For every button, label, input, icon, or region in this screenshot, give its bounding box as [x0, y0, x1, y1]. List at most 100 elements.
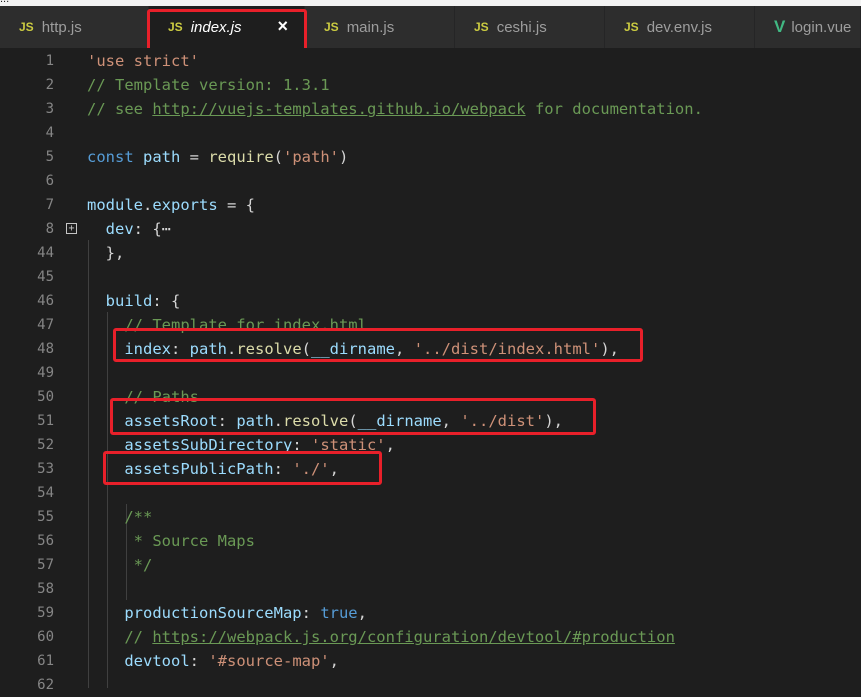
code-line: */: [87, 553, 153, 577]
line-number: 56: [37, 533, 54, 549]
tab-label: http.js: [41, 18, 82, 36]
line-number: 46: [37, 293, 54, 309]
line-number: 61: [37, 653, 54, 669]
tab-label: main.js: [346, 18, 395, 36]
tab-main-js[interactable]: JS main.js: [305, 6, 455, 48]
code-token: // see: [87, 100, 153, 118]
code-token: dev: [105, 220, 134, 238]
code-line: build: {: [87, 289, 181, 313]
code-line: module.exports = {: [87, 193, 255, 217]
highlight-box-index: [113, 328, 643, 362]
tab-http-js[interactable]: JS http.js: [0, 6, 149, 48]
tab-login-vue[interactable]: Vlogin.vue: [755, 6, 861, 48]
code-editor[interactable]: 1 2 3 4 5 6 7 8 44 45 46 47 48 49 50 51 52 53 54 55 56 57 58 59…: [0, 48, 861, 693]
editor-tab-bar: JS http.js JS index.js × JS main.js JS ceshi.js J…: [0, 6, 861, 48]
line-number: 51: [37, 413, 54, 429]
code-token: : {: [152, 292, 181, 310]
code-token: ,: [357, 604, 367, 622]
code-line: // see http://vuejs-templates.github.io/…: [87, 97, 703, 121]
js-file-icon: JS: [324, 20, 339, 34]
code-token: //: [124, 628, 153, 646]
code-line: // https://webpack.js.org/configuration/…: [87, 625, 675, 649]
code-token: :: [189, 652, 209, 670]
code-token: devtool: [124, 652, 190, 670]
code-line: * Source Maps: [87, 529, 255, 553]
code-token: /**: [124, 508, 153, 526]
js-file-icon: JS: [474, 20, 489, 34]
code-token: true: [320, 604, 358, 622]
line-number: 4: [45, 125, 54, 141]
code-token: =: [180, 148, 209, 166]
code-token: productionSourceMap: [124, 604, 302, 622]
code-line: productionSourceMap: true,: [87, 601, 367, 625]
code-token: path: [143, 148, 181, 166]
line-number: 54: [37, 485, 54, 501]
code-token: module: [87, 196, 143, 214]
line-number-gutter: 1 2 3 4 5 6 7 8 44 45 46 47 48 49 50 51 52 53 54 55 56 57 58 59…: [0, 48, 62, 693]
code-token: http://vuejs-templates.github.io/webpack: [152, 100, 526, 118]
code-line: dev: {⋯: [87, 217, 171, 241]
code-token: 'use strict': [87, 52, 199, 70]
tab-dev-env-js[interactable]: JS dev.env.js: [605, 6, 755, 48]
line-number: 44: [37, 245, 54, 261]
tab-label: ceshi.js: [496, 18, 547, 36]
line-number: 50: [37, 389, 54, 405]
code-line: // Template version: 1.3.1: [87, 73, 330, 97]
code-token: const: [87, 148, 134, 166]
code-line: },: [87, 241, 125, 265]
line-number: 1: [45, 53, 54, 69]
code-token: },: [87, 244, 125, 262]
line-number: 57: [37, 557, 54, 573]
code-line: const path = require('path'): [87, 145, 348, 169]
code-token: .: [143, 196, 153, 214]
code-token: 'path': [283, 148, 340, 166]
code-token: require: [208, 148, 274, 166]
code-line: devtool: '#source-map',: [87, 649, 339, 673]
code-token: https://webpack.js.org/configuration/dev…: [152, 628, 675, 646]
line-number: 58: [37, 581, 54, 597]
vue-file-icon: V: [774, 17, 786, 36]
code-token: for documentation.: [525, 100, 703, 118]
highlight-box-assetspublicpath: [103, 451, 382, 485]
code-token: (: [273, 148, 284, 166]
js-file-icon: JS: [19, 20, 34, 34]
line-number: 55: [37, 509, 54, 525]
js-file-icon: JS: [624, 20, 639, 34]
code-token: : {: [133, 220, 162, 238]
line-number: 3: [45, 101, 54, 117]
code-token: // Template version: 1.3.1: [87, 76, 330, 94]
line-number: 8: [45, 221, 54, 237]
line-number: 47: [37, 317, 54, 333]
line-number: 2: [45, 77, 54, 93]
line-number: 49: [37, 365, 54, 381]
tab-label: login.vue: [791, 18, 852, 36]
highlight-box-assetsroot: [110, 398, 596, 435]
active-tab-highlight-box: [147, 9, 307, 53]
tab-ceshi-js[interactable]: JS ceshi.js: [455, 6, 605, 48]
code-token: exports: [152, 196, 218, 214]
line-number: 62: [37, 677, 54, 693]
code-token: ,: [329, 652, 339, 670]
code-token: * Source Maps: [124, 532, 255, 550]
code-token: */: [124, 556, 153, 574]
tab-label: dev.env.js: [646, 18, 712, 36]
line-number: 45: [37, 269, 54, 285]
line-number: 52: [37, 437, 54, 453]
code-token: ,: [385, 436, 395, 454]
code-token: ⋯: [161, 220, 172, 238]
line-number: 7: [45, 197, 54, 213]
line-number: 5: [45, 149, 54, 165]
code-token: :: [301, 604, 321, 622]
code-token: = {: [217, 196, 255, 214]
line-number: 59: [37, 605, 54, 621]
fold-expand-icon[interactable]: +: [66, 223, 77, 234]
